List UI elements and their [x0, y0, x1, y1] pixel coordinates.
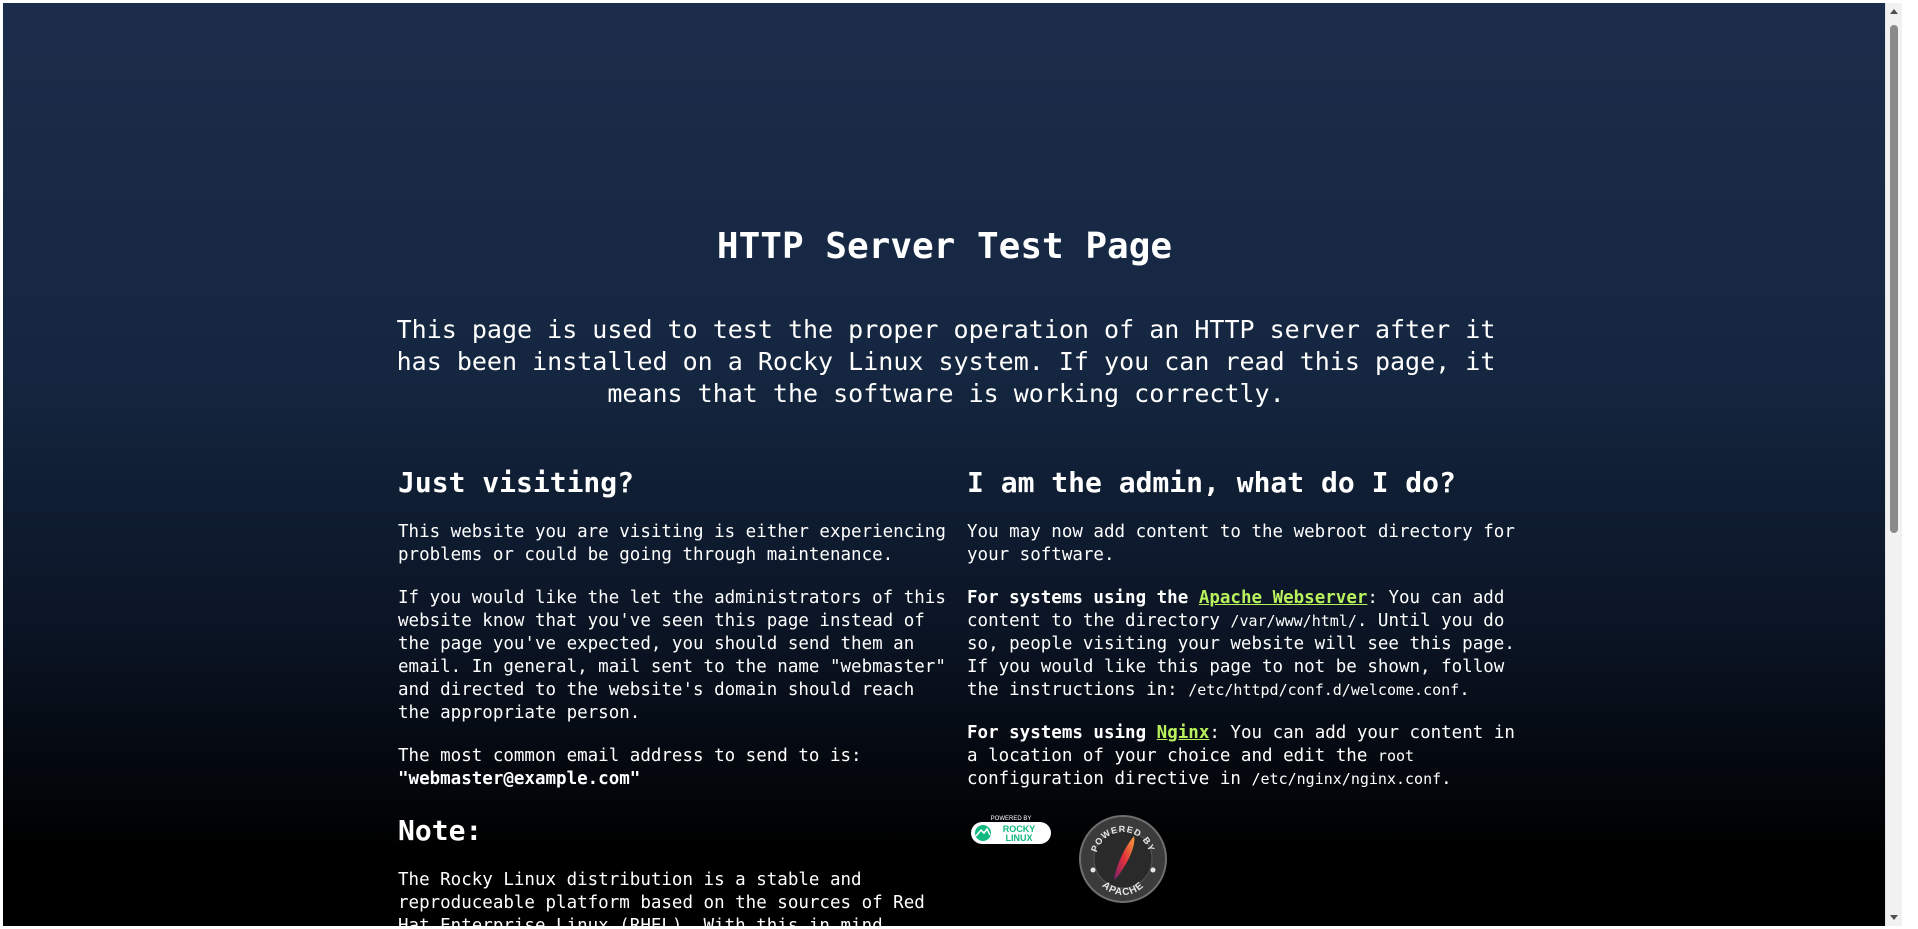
scroll-down-arrow-icon[interactable] [1890, 915, 1898, 920]
admin-section: I am the admin, what do I do? You may no… [967, 463, 1523, 909]
nginx-text-3: . [1441, 769, 1452, 789]
page-title: HTTP Server Test Page [716, 226, 1173, 267]
logo-row: POWERED BY ROCKY LINUX POWERED BY APACHE [967, 809, 1523, 909]
apache-path-webroot: /var/www/html/ [1230, 612, 1357, 630]
scroll-up-arrow-icon[interactable] [1890, 9, 1898, 14]
browser-viewport: HTTP Server Test Page This page is used … [3, 3, 1902, 926]
intro-text: This page is used to test the proper ope… [396, 315, 1496, 408]
rocky-logo-word-2: LINUX [1006, 833, 1033, 843]
visitor-paragraph-2: If you would like the let the administra… [398, 588, 946, 723]
nginx-text-2: configuration directive in [967, 769, 1241, 789]
apache-logo[interactable]: POWERED BY APACHE [1078, 814, 1168, 904]
apache-paragraph: For systems using the Apache Webserver: … [967, 587, 1523, 702]
admin-heading: I am the admin, what do I do? [967, 466, 1456, 499]
nginx-lead: For systems using [967, 723, 1147, 743]
apache-webserver-link[interactable]: Apache Webserver [1199, 588, 1368, 608]
nginx-path-conf: /etc/nginx/nginx.conf [1251, 770, 1442, 788]
email-intro: The most common email address to send to… [398, 746, 862, 766]
admin-paragraph-1: You may now add content to the webroot d… [967, 522, 1515, 565]
apache-badge-dot-left [1090, 867, 1096, 873]
nginx-paragraph: For systems using Nginx: You can add you… [967, 722, 1523, 791]
apache-badge-dot-right [1150, 867, 1156, 873]
visitor-paragraph-1: This website you are visiting is either … [398, 522, 946, 565]
rocky-logo-top-text: POWERED BY [991, 816, 1032, 822]
nginx-link[interactable]: Nginx [1157, 723, 1210, 743]
rocky-linux-logo[interactable]: POWERED BY ROCKY LINUX [970, 814, 1052, 846]
apache-text-3: . [1459, 680, 1470, 700]
visitor-section: Just visiting? This website you are visi… [398, 463, 954, 926]
vertical-scrollbar[interactable] [1885, 3, 1902, 926]
visitor-heading: Just visiting? [398, 466, 635, 499]
webmaster-email: "webmaster@example.com" [398, 769, 641, 789]
scrollbar-thumb[interactable] [1890, 25, 1898, 533]
apache-path-welcome-conf: /etc/httpd/conf.d/welcome.conf [1188, 681, 1460, 699]
apache-lead: For systems using the [967, 588, 1189, 608]
note-paragraph: The Rocky Linux distribution is a stable… [398, 870, 925, 926]
visitor-paragraph-3: The most common email address to send to… [398, 745, 954, 791]
note-heading: Note: [398, 814, 483, 847]
nginx-root-keyword: root [1377, 747, 1415, 765]
